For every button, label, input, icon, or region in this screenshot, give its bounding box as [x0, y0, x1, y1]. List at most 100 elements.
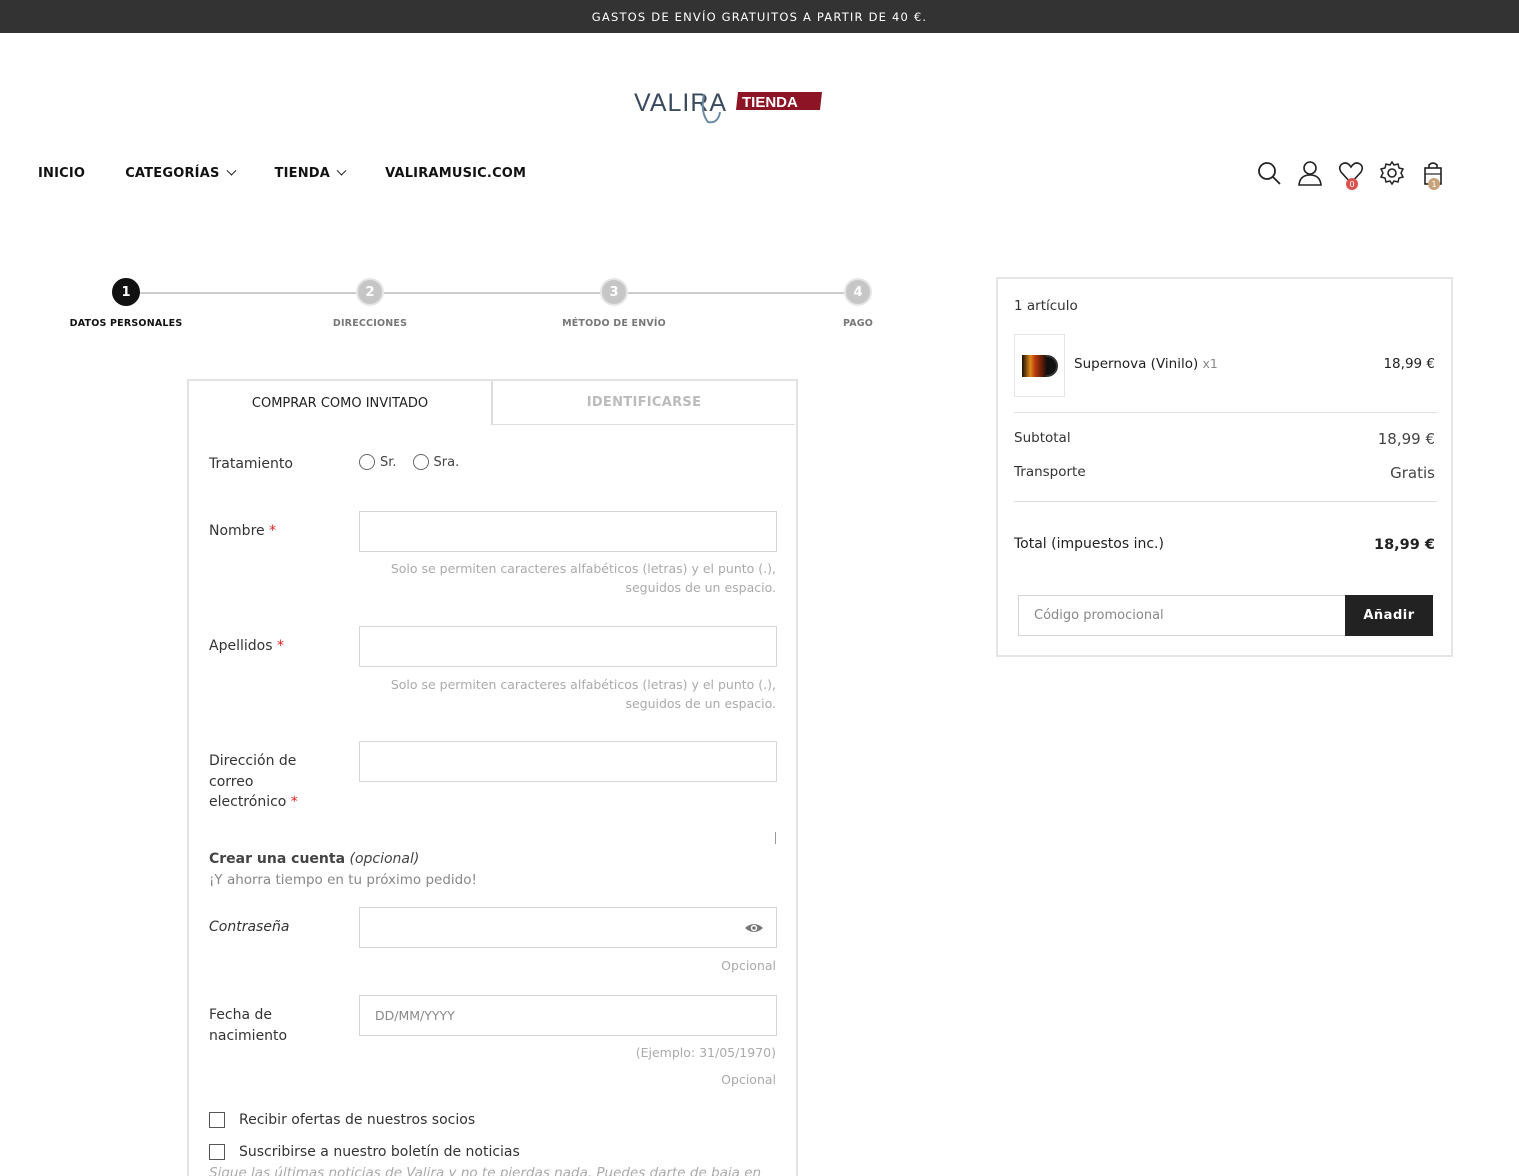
newsletter-label: Suscribirse a nuestro boletín de noticia…: [239, 1144, 520, 1160]
step-payment[interactable]: 4 PAGO: [788, 278, 928, 329]
total-value: 18,99 €: [1373, 537, 1435, 553]
checkout-stepper: 1 DATOS PERSONALES 2 DIRECCIONES 3 MÉTOD…: [60, 278, 890, 338]
required-mark: *: [276, 638, 284, 654]
tab-guest-checkout[interactable]: COMPRAR COMO INVITADO: [189, 381, 492, 425]
gear-icon: [1379, 160, 1405, 186]
product-name[interactable]: Supernova (Vinilo) x1: [1074, 356, 1218, 372]
last-name-label-text: Apellidos: [209, 638, 273, 654]
partner-offers-checkbox[interactable]: [209, 1112, 225, 1128]
radio-sr[interactable]: [359, 454, 375, 470]
product-price: 18,99 €: [1383, 356, 1435, 372]
hint-line: seguidos de un espacio.: [625, 696, 776, 711]
chevron-down-icon: [336, 165, 347, 176]
partner-offers-label: Recibir ofertas de nuestros socios: [239, 1112, 476, 1128]
step-label: PAGO: [842, 318, 874, 329]
radio-sra[interactable]: [412, 454, 429, 470]
newsletter-checkbox[interactable]: [209, 1144, 225, 1160]
password-label: Contraseña: [209, 919, 290, 935]
step-number: 3: [600, 278, 628, 306]
partner-offers-row: Recibir ofertas de nuestros socios: [209, 1112, 475, 1128]
nav-item-categorias[interactable]: CATEGORÍAS: [125, 165, 236, 181]
create-account-title-text: Crear una cuenta: [209, 851, 346, 867]
last-name-label: Apellidos *: [209, 636, 284, 657]
form-tabs: COMPRAR COMO INVITADO IDENTIFICARSE: [189, 381, 796, 425]
first-name-label-text: Nombre: [209, 523, 265, 539]
main-nav: INICIO CATEGORÍAS TIENDA VALIRAMUSIC.COM: [38, 165, 566, 181]
step-shipping-method[interactable]: 3 MÉTODO DE ENVÍO: [544, 278, 684, 329]
birthday-example: (Ejemplo: 31/05/1970): [635, 1045, 776, 1060]
birthday-label-line: Fecha de: [209, 1007, 272, 1023]
password-input[interactable]: [359, 907, 777, 948]
settings-button[interactable]: [1379, 160, 1407, 190]
subtotal-value: 18,99 €: [1377, 430, 1435, 448]
order-summary: 1 artículo Supernova (Vinilo) x1 18,99 €…: [996, 277, 1453, 657]
last-name-hint: Solo se permiten caracteres alfabéticos …: [356, 675, 776, 713]
store-logo[interactable]: VALIRA TIENDA: [634, 82, 824, 126]
wishlist-count-badge: 0: [1346, 178, 1358, 190]
first-name-hint: Solo se permiten caracteres alfabéticos …: [356, 559, 776, 597]
create-account-subtitle: ¡Y ahorra tiempo en tu próximo pedido!: [209, 872, 477, 888]
birthday-label-line: nacimiento: [209, 1027, 288, 1044]
banner-text: GASTOS DE ENVÍO GRATUITOS A PARTIR DE 40…: [591, 9, 928, 24]
logo-mark: VALIRA TIENDA: [634, 89, 822, 124]
password-hint: Opcional: [721, 958, 776, 973]
step-number: 1: [112, 278, 140, 306]
cart-button[interactable]: 1: [1420, 160, 1448, 190]
create-account-title: Crear una cuenta (opcional): [209, 851, 419, 867]
product-thumbnail[interactable]: [1014, 334, 1065, 397]
divider: [1014, 501, 1437, 502]
free-shipping-banner: GASTOS DE ENVÍO GRATUITOS A PARTIR DE 40…: [0, 0, 1519, 33]
eye-icon[interactable]: [744, 918, 764, 938]
shipping-label: Transporte: [1014, 464, 1086, 480]
search-button[interactable]: [1256, 160, 1284, 190]
birthday-hint: Opcional: [721, 1072, 776, 1087]
step-number: 4: [844, 278, 872, 306]
step-number: 2: [356, 278, 384, 306]
wishlist-button[interactable]: 0: [1338, 160, 1366, 190]
cart-count-badge: 1: [1428, 178, 1440, 190]
nav-item-valiramusic[interactable]: VALIRAMUSIC.COM: [385, 166, 526, 181]
email-label: Dirección de correo electrónico *: [209, 751, 298, 813]
add-promo-button[interactable]: Añadir: [1345, 595, 1433, 636]
email-label-line: electrónico: [209, 794, 287, 810]
required-mark: *: [269, 523, 277, 539]
nav-label: CATEGORÍAS: [125, 166, 220, 181]
product-qty: x1: [1202, 356, 1218, 371]
promo-placeholder: Código promocional: [1034, 608, 1164, 623]
step-label: DIRECCIONES: [332, 318, 408, 329]
vinyl-image: [1021, 354, 1058, 377]
user-icon: [1298, 161, 1322, 186]
nav-label: TIENDA: [274, 166, 331, 181]
hint-line: Solo se permiten caracteres alfabéticos …: [390, 561, 776, 576]
personal-info-form: COMPRAR COMO INVITADO IDENTIFICARSE Trat…: [187, 379, 798, 1176]
last-name-input[interactable]: [359, 626, 777, 667]
email-input[interactable]: [359, 741, 777, 782]
promo-code-input[interactable]: Código promocional: [1018, 595, 1346, 636]
logo-text-right: TIENDA: [742, 94, 798, 111]
birthday-placeholder: DD/MM/YYYY: [375, 1008, 455, 1023]
nav-label: INICIO: [38, 166, 86, 181]
first-name-label: Nombre *: [209, 521, 276, 542]
step-personal-info[interactable]: 1 DATOS PERSONALES: [56, 278, 196, 329]
first-name-input[interactable]: [359, 511, 777, 552]
product-name-text: Supernova (Vinilo): [1074, 356, 1199, 372]
divider: [1014, 412, 1437, 413]
logo-text-left: VALIRA: [634, 89, 727, 117]
hint-line: seguidos de un espacio.: [625, 580, 776, 595]
total-label: Total (impuestos inc.): [1014, 536, 1164, 552]
account-button[interactable]: [1297, 160, 1325, 190]
email-label-line: correo: [209, 773, 254, 790]
step-addresses[interactable]: 2 DIRECCIONES: [300, 278, 440, 329]
nav-item-inicio[interactable]: INICIO: [38, 166, 85, 181]
tab-login[interactable]: IDENTIFICARSE: [492, 381, 795, 425]
birthday-input[interactable]: DD/MM/YYYY: [359, 995, 777, 1036]
shipping-value: Gratis: [1390, 464, 1435, 482]
search-icon: [1258, 162, 1281, 185]
birthday-label: Fecha de nacimiento: [209, 1005, 287, 1046]
chevron-down-icon: [226, 165, 236, 176]
radio-label-sr: Sr.: [380, 454, 397, 470]
nav-label: VALIRAMUSIC.COM: [385, 166, 527, 181]
nav-item-tienda[interactable]: TIENDA: [274, 165, 347, 181]
step-label: MÉTODO DE ENVÍO: [562, 318, 666, 329]
title-radio-group: Sr. Sra.: [359, 454, 475, 470]
